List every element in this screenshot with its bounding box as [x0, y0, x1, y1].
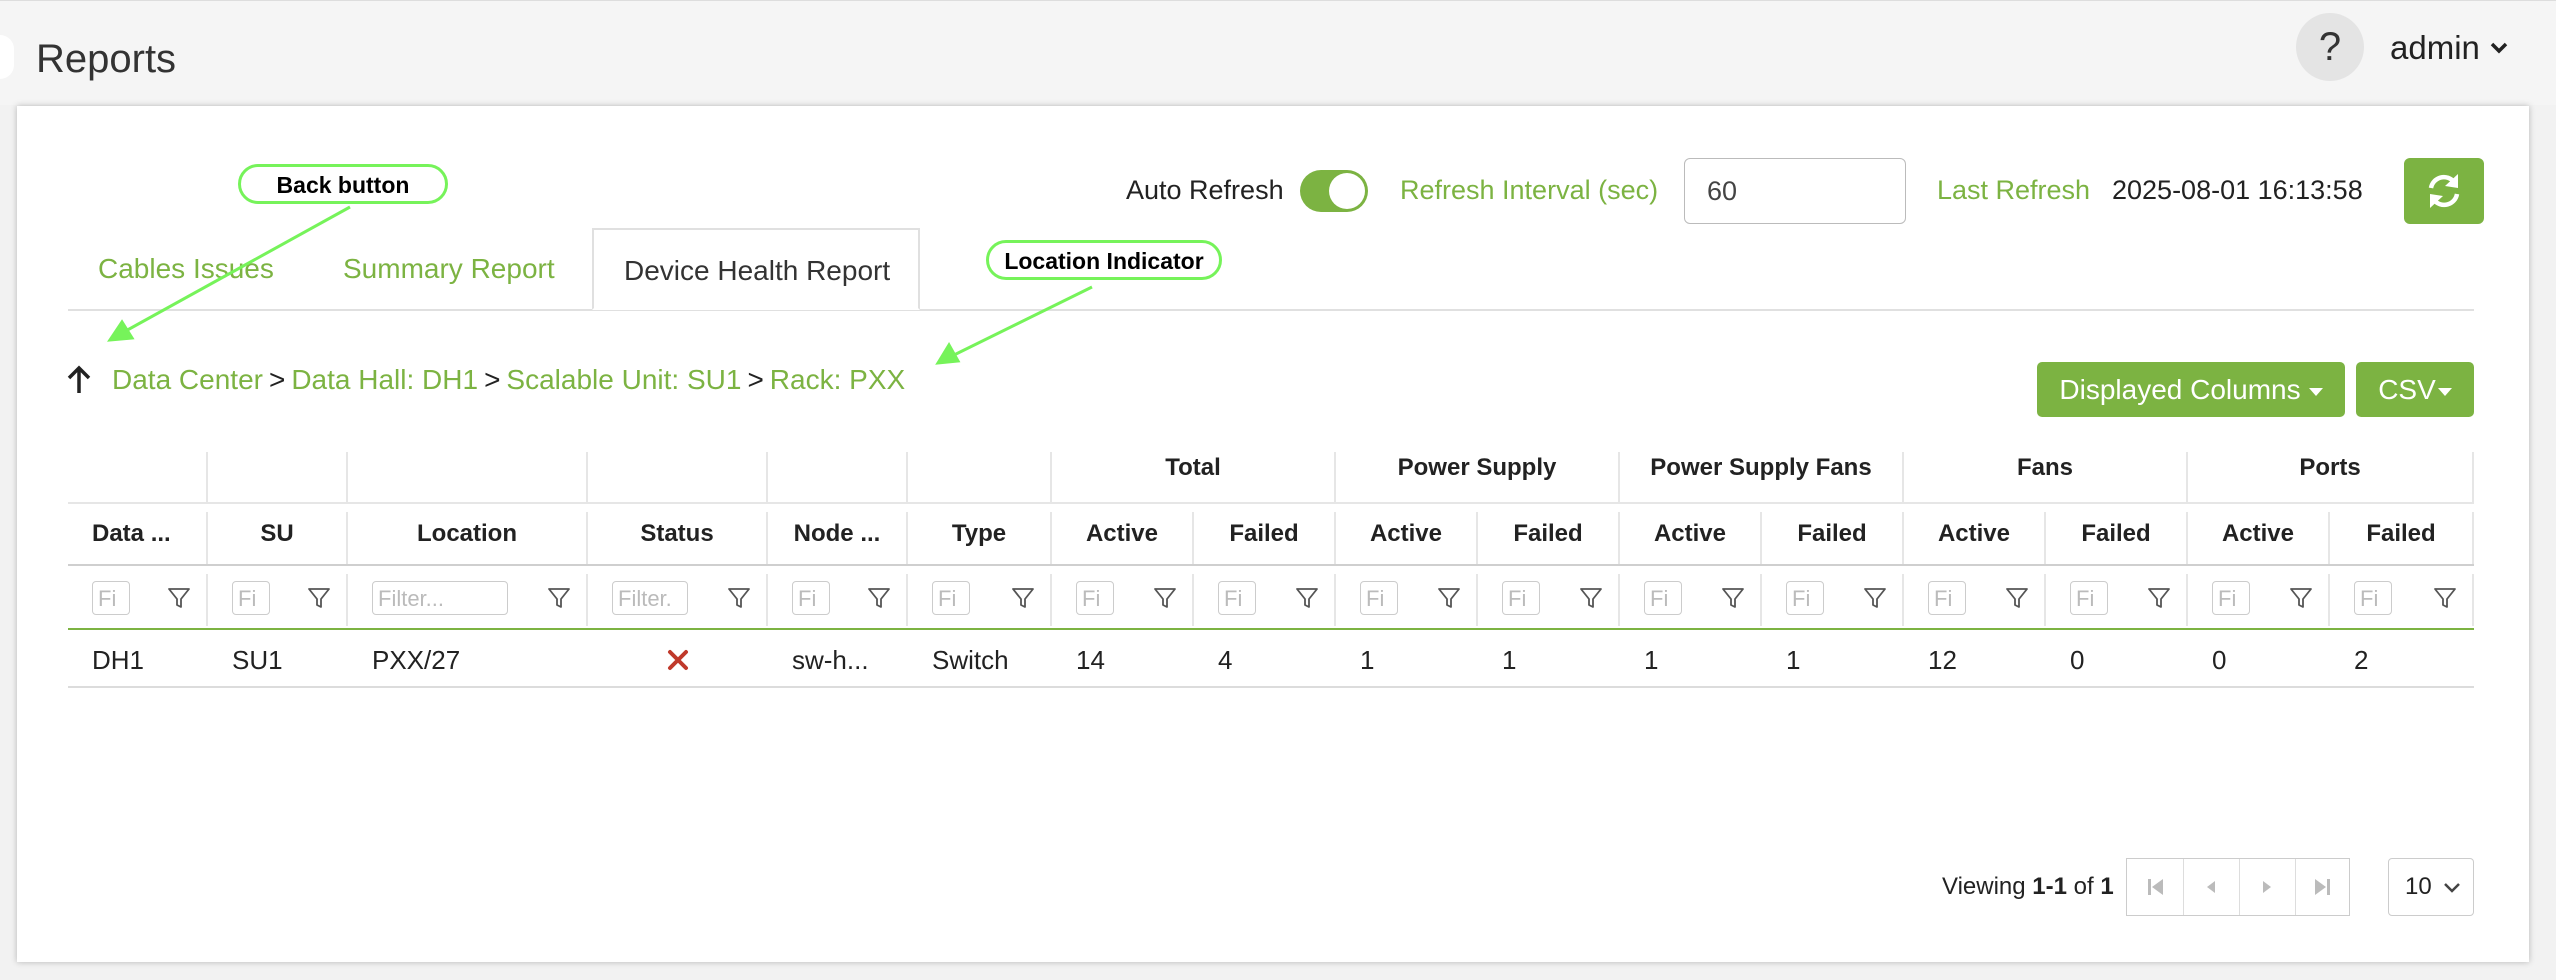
annotation-arrows [107, 205, 1093, 365]
back-button-callout: Back button [238, 164, 448, 204]
location-indicator-callout: Location Indicator [986, 240, 1222, 280]
